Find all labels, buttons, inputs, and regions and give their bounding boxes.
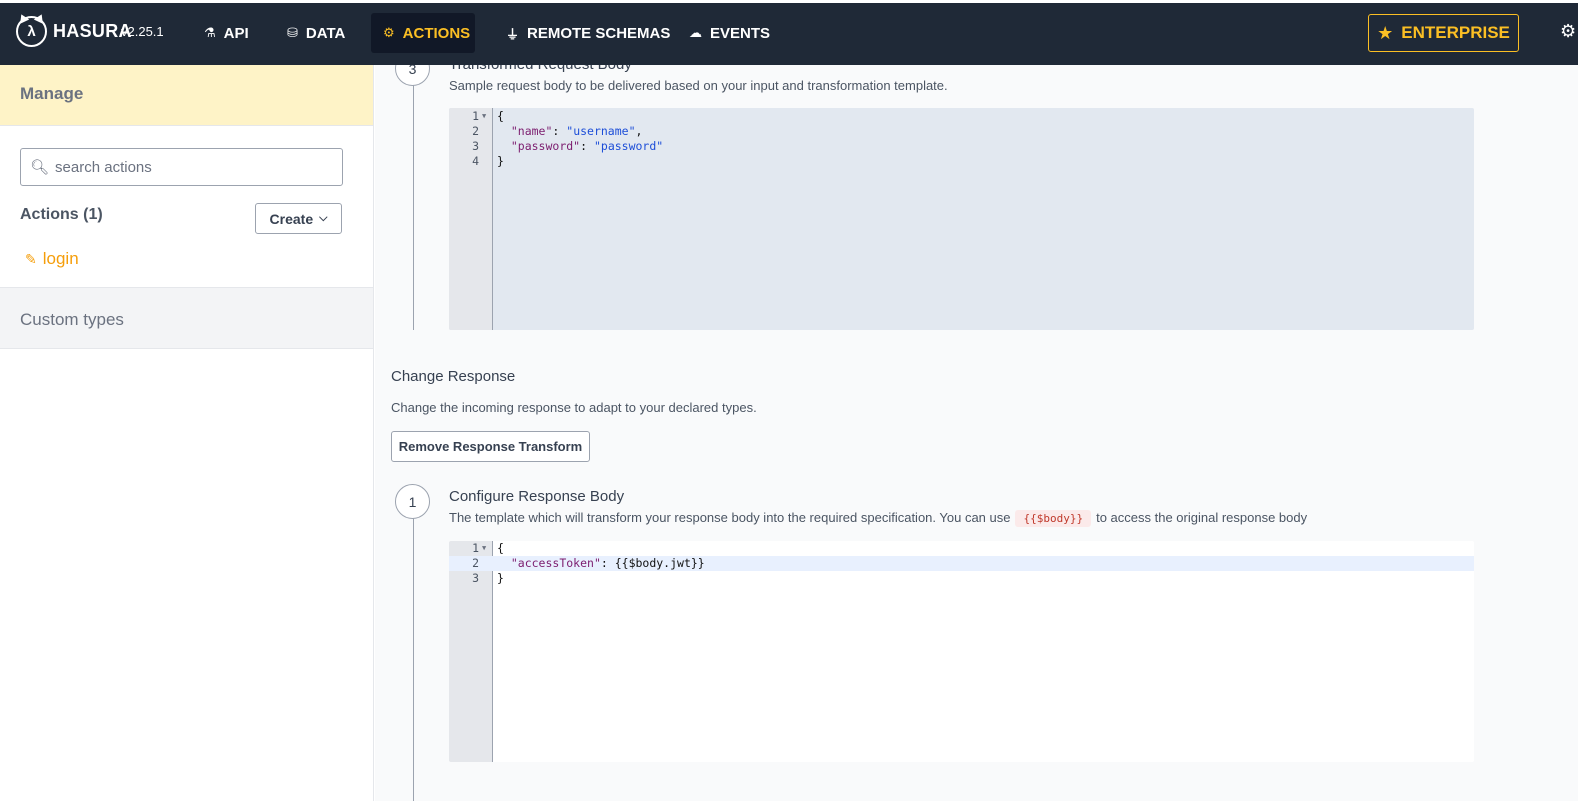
logo-text: HASURA: [53, 21, 132, 41]
code-line: 4 }: [449, 154, 1474, 169]
code-text: "accessToken": {{$body.jwt}}: [497, 556, 705, 571]
json-key: "accessToken": [510, 556, 601, 570]
step-description-text: The template which will transform your r…: [449, 510, 1011, 525]
json-value: "password": [593, 139, 664, 153]
change-response-title: Change Response: [391, 368, 516, 385]
settings-gear-icon[interactable]: ⚙: [1560, 21, 1576, 42]
line-number: 3: [472, 571, 479, 585]
line-number: 3: [472, 139, 479, 153]
fold-arrow-icon: ▼: [482, 544, 487, 552]
cogs-icon: ⚙: [383, 25, 395, 40]
json-key: "name": [510, 124, 553, 138]
step-connector-line: [413, 65, 414, 330]
nav-tab-api[interactable]: ⚗ API: [192, 13, 261, 53]
nav-tab-remote-schemas[interactable]: ⏚ REMOTE SCHEMAS: [494, 13, 682, 53]
nav-tab-remote-schemas-label: REMOTE SCHEMAS: [527, 24, 671, 42]
edit-icon: ✎: [25, 250, 37, 267]
code-line: 1 ▼ {: [449, 109, 1474, 124]
transformed-request-body-editor: 1 ▼ { 2 "name": "username", 3 "password"…: [449, 108, 1474, 330]
step-connector-line: [413, 518, 414, 801]
create-dropdown-button[interactable]: Create ⌵: [255, 203, 342, 234]
nav-tab-api-label: API: [223, 24, 249, 42]
top-navigation-bar: λ HASURA v2.25.1 ⚗ API ⛁ DATA ⚙ ACTIONS …: [0, 0, 1578, 65]
sidebar-manage-header[interactable]: Manage: [0, 65, 373, 126]
sidebar-custom-types[interactable]: Custom types: [0, 287, 373, 349]
code-line: 1 ▼ {: [449, 541, 1474, 556]
database-icon: ⛁: [287, 25, 298, 40]
code-text: }: [497, 571, 504, 585]
line-number: 1: [472, 109, 479, 123]
nav-tab-events-label: EVENTS: [710, 24, 771, 42]
hasura-logo-icon: λ: [16, 16, 47, 47]
nav-tab-actions-label: ACTIONS: [402, 24, 471, 42]
code-line: 2 "accessToken": {{$body.jwt}}: [449, 556, 1474, 571]
json-sep: :: [580, 139, 594, 153]
response-body-template-editor[interactable]: 1 ▼ { 2 "accessToken": {{$body.jwt}} 3 }: [449, 541, 1474, 762]
search-icon: 🔍︎: [30, 159, 50, 176]
code-text: "name": "username",: [497, 124, 643, 139]
enterprise-button[interactable]: ★ ENTERPRISE: [1368, 14, 1519, 52]
fold-arrow-icon: ▼: [482, 112, 487, 120]
hasura-logo[interactable]: λ HASURA: [16, 16, 132, 47]
json-comma: ,: [635, 124, 643, 138]
sidebar-item-login-label: login: [42, 249, 79, 268]
enterprise-label: ENTERPRISE: [1401, 23, 1510, 42]
step-title: Configure Response Body: [449, 488, 625, 505]
nav-tab-events[interactable]: ☁ EVENTS: [677, 13, 782, 53]
line-number: 1: [472, 541, 479, 555]
sidebar: Manage 🔍︎ search actions Actions (1) Cre…: [0, 65, 374, 801]
plug-icon: ⏚: [506, 26, 520, 42]
json-value: "username": [566, 124, 636, 138]
step-description: The template which will transform your r…: [449, 510, 1308, 527]
code-text: {: [497, 109, 504, 123]
json-template-value: : {{$body.jwt}}: [600, 556, 705, 570]
search-actions-input[interactable]: 🔍︎ search actions: [20, 148, 343, 186]
step-number-circle: 3: [395, 65, 430, 86]
line-number: 2: [472, 124, 479, 138]
code-text: "password": "password": [497, 139, 663, 154]
nav-tab-actions[interactable]: ⚙ ACTIONS: [371, 13, 475, 53]
body-variable-code: {{$body}}: [1015, 510, 1092, 527]
version-label: v2.25.1: [121, 24, 164, 39]
cloud-icon: ☁: [689, 25, 702, 40]
code-line: 3 "password": "password": [449, 139, 1474, 154]
step-number-circle: 1: [395, 484, 430, 519]
step-title: Transformed Request Body: [449, 65, 632, 73]
code-line: 2 "name": "username",: [449, 124, 1474, 139]
remove-response-transform-button[interactable]: Remove Response Transform: [391, 431, 590, 462]
line-number: 4: [472, 154, 479, 168]
flask-icon: ⚗: [204, 25, 216, 40]
nav-tab-data[interactable]: ⛁ DATA: [275, 13, 357, 53]
sidebar-item-login[interactable]: ✎ login: [25, 249, 79, 269]
main-content: 3 Transformed Request Body Sample reques…: [375, 65, 1578, 801]
line-number: 2: [472, 556, 479, 570]
json-sep: :: [552, 124, 567, 138]
change-response-description: Change the incoming response to adapt to…: [391, 400, 757, 415]
create-label: Create: [269, 210, 314, 227]
code-text: }: [497, 154, 504, 168]
search-placeholder: search actions: [55, 158, 152, 176]
chevron-down-icon: ⌵: [319, 212, 328, 224]
code-text: {: [497, 541, 504, 555]
star-icon: ★: [1377, 22, 1394, 43]
actions-count-heading: Actions (1): [20, 206, 103, 223]
json-key: "password": [510, 139, 581, 153]
code-line: 3 }: [449, 571, 1474, 586]
step-description: Sample request body to be delivered base…: [449, 78, 948, 93]
step-description-text: to access the original response body: [1096, 510, 1308, 525]
nav-tab-data-label: DATA: [305, 24, 346, 42]
